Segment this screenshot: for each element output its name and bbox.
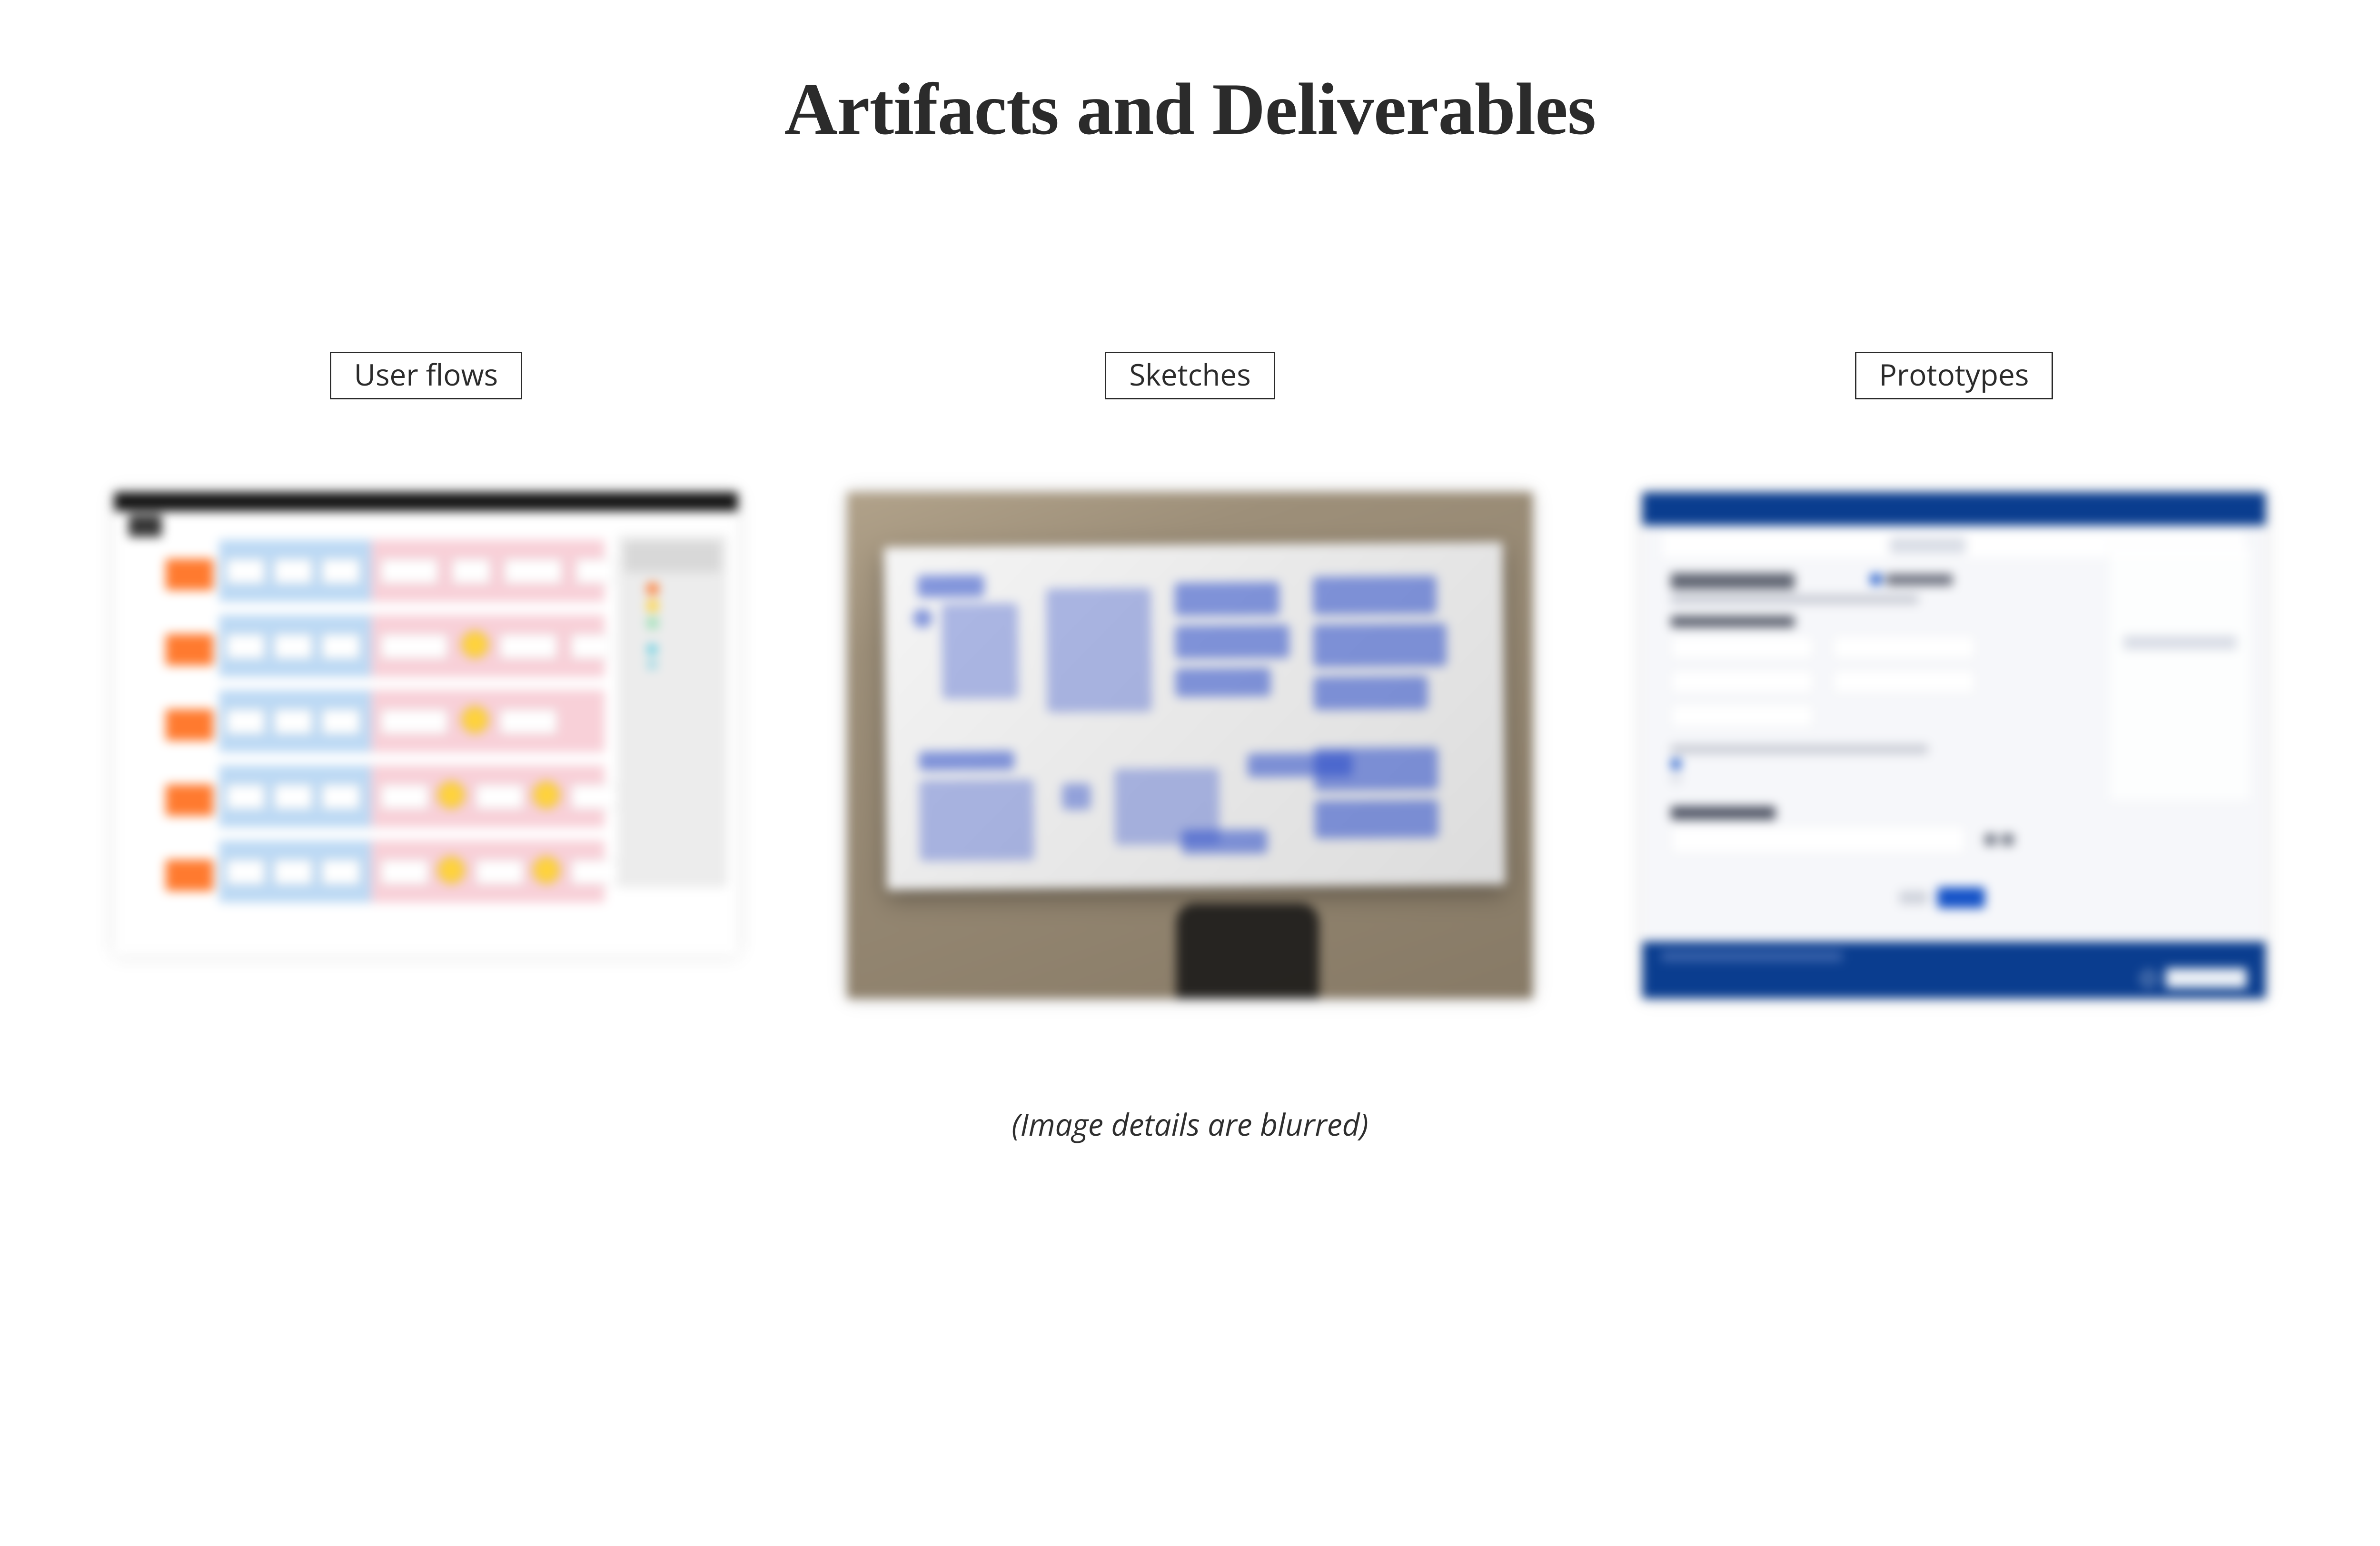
card-prototypes: Prototypes [1642, 352, 2266, 999]
caption: (Image details are blurred) [0, 1103, 2380, 1145]
thumbnail-userflows [114, 492, 738, 955]
thumbnail-prototypes [1642, 492, 2266, 999]
label-userflows: User flows [330, 352, 522, 399]
card-sketches: Sketches [847, 352, 1533, 999]
prototypes-graphic [1642, 492, 2266, 999]
card-userflows: User flows [114, 352, 738, 999]
thumbnail-sketches [847, 492, 1533, 999]
cards-row: User flows [0, 352, 2380, 999]
page-title: Artifacts and Deliverables [0, 67, 2380, 152]
label-sketches: Sketches [1105, 352, 1275, 399]
page: Artifacts and Deliverables User flows [0, 0, 2380, 1546]
sketches-graphic [847, 492, 1533, 999]
label-prototypes: Prototypes [1855, 352, 2053, 399]
userflows-graphic [114, 492, 738, 955]
